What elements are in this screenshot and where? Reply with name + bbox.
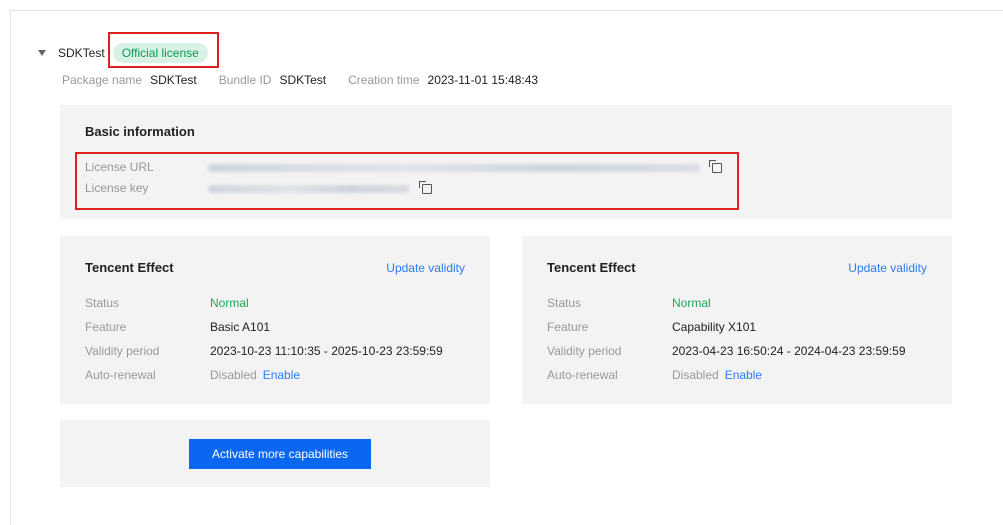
bundle-id-value: SDKTest	[279, 73, 327, 87]
status-label: Status	[547, 296, 582, 310]
app-name: SDKTest	[58, 46, 105, 60]
activate-section: Activate more capabilities	[60, 420, 490, 487]
feature-label: Feature	[547, 320, 589, 334]
feature-value: Basic A101	[210, 320, 271, 334]
status-value: Normal	[210, 296, 249, 310]
caret-down-icon[interactable]	[38, 50, 46, 56]
update-validity-link[interactable]: Update validity	[386, 261, 465, 275]
creation-time-value: 2023-11-01 15:48:43	[427, 73, 539, 87]
package-name-value: SDKTest	[150, 73, 197, 87]
basic-information-title: Basic information	[85, 124, 195, 139]
feature-value: Capability X101	[672, 320, 757, 334]
validity-period-label: Validity period	[85, 344, 160, 358]
validity-period-value: 2023-04-23 16:50:24 - 2024-04-23 23:59:5…	[672, 344, 906, 358]
status-label: Status	[85, 296, 120, 310]
activate-more-capabilities-button[interactable]: Activate more capabilities	[189, 439, 371, 469]
enable-renewal-link[interactable]: Enable	[725, 368, 762, 382]
card-title: Tencent Effect	[85, 260, 174, 275]
card-title: Tencent Effect	[547, 260, 636, 275]
tencent-effect-card-1: Tencent Effect Update validity Status No…	[60, 236, 490, 404]
enable-renewal-link[interactable]: Enable	[263, 368, 300, 382]
auto-renewal-status: Disabled	[672, 368, 719, 382]
highlight-box-license	[75, 152, 739, 210]
app-meta: Package name SDKTest Bundle ID SDKTest C…	[62, 73, 560, 87]
auto-renewal-label: Auto-renewal	[547, 368, 618, 382]
feature-label: Feature	[85, 320, 127, 334]
status-value: Normal	[672, 296, 711, 310]
auto-renewal-value: Disabled Enable	[672, 368, 762, 382]
auto-renewal-value: Disabled Enable	[210, 368, 300, 382]
package-name-label: Package name	[62, 73, 143, 87]
validity-period-value: 2023-10-23 11:10:35 - 2025-10-23 23:59:5…	[210, 344, 443, 358]
bundle-id-label: Bundle ID	[218, 73, 272, 87]
tencent-effect-card-2: Tencent Effect Update validity Status No…	[522, 236, 952, 404]
auto-renewal-label: Auto-renewal	[85, 368, 156, 382]
creation-time-label: Creation time	[348, 73, 420, 87]
update-validity-link[interactable]: Update validity	[848, 261, 927, 275]
auto-renewal-status: Disabled	[210, 368, 257, 382]
highlight-box-badge	[108, 32, 219, 68]
validity-period-label: Validity period	[547, 344, 622, 358]
